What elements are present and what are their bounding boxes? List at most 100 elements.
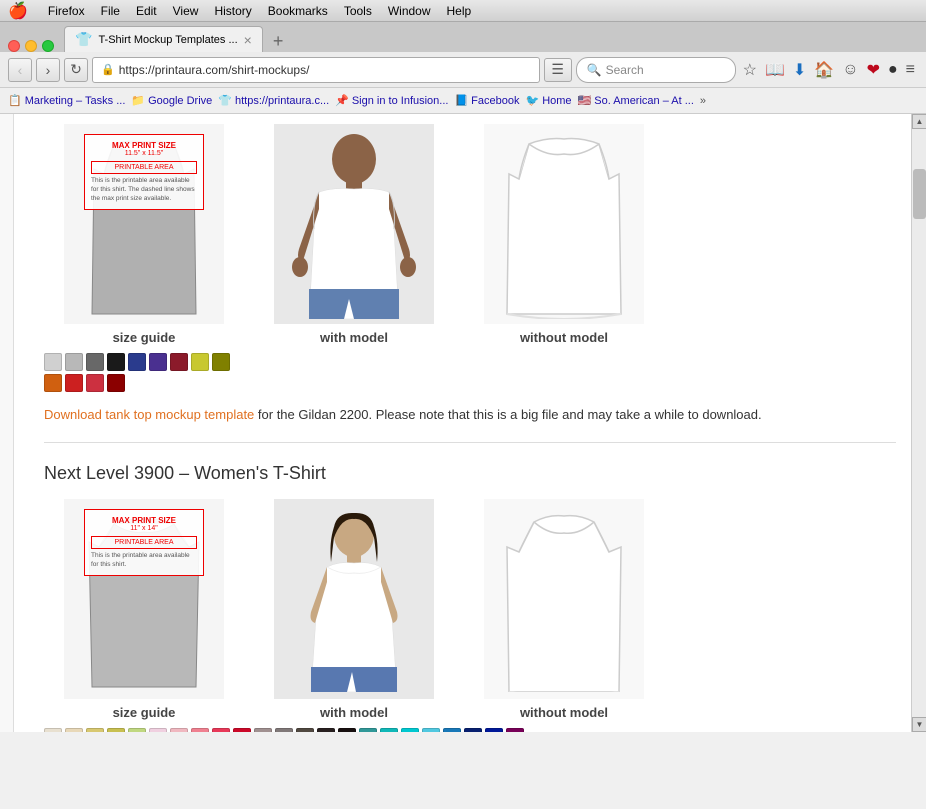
bookmark-drive[interactable]: 📁 Google Drive — [131, 94, 212, 107]
active-tab[interactable]: 👕 T-Shirt Mockup Templates ... × — [64, 26, 263, 52]
menu-window[interactable]: Window — [380, 4, 439, 18]
swatch[interactable] — [422, 728, 440, 732]
menu-edit[interactable]: Edit — [128, 4, 165, 18]
menu-history[interactable]: History — [206, 4, 259, 18]
new-tab-button[interactable]: + — [267, 31, 290, 52]
pinterest-icon[interactable]: ❤ — [864, 60, 883, 80]
bookmark-twitter-label: Home — [542, 95, 571, 107]
menu-tools[interactable]: Tools — [336, 4, 380, 18]
bookmark-facebook[interactable]: 📘 Facebook — [454, 94, 519, 107]
bookmark-twitter[interactable]: 🐦 Home — [525, 94, 571, 107]
bookmark-infusion[interactable]: 📌 Sign in to Infusion... — [335, 94, 448, 107]
swatch[interactable] — [401, 728, 419, 732]
swatch[interactable] — [170, 353, 188, 371]
bookmark-facebook-label: Facebook — [471, 95, 519, 107]
swatch[interactable] — [464, 728, 482, 732]
swatch[interactable] — [191, 728, 209, 732]
url-bar[interactable]: 🔒 https://printaura.com/shirt-mockups/ — [92, 57, 540, 83]
maximize-window-button[interactable] — [42, 40, 54, 52]
scrollbar-down-button[interactable]: ▼ — [912, 717, 926, 732]
scrollbar-up-button[interactable]: ▲ — [912, 114, 926, 129]
womens-max-print-dims: 11" x 14" — [91, 525, 197, 532]
swatch[interactable] — [212, 353, 230, 371]
swatch[interactable] — [44, 353, 62, 371]
menu-firefox[interactable]: Firefox — [40, 4, 93, 18]
swatch[interactable] — [359, 728, 377, 732]
swatch[interactable] — [191, 353, 209, 371]
swatch[interactable] — [506, 728, 524, 732]
scrollbar[interactable]: ▲ ▼ — [911, 114, 926, 732]
close-window-button[interactable] — [8, 40, 20, 52]
tank-top-download-link[interactable]: Download tank top mockup template — [44, 407, 254, 422]
swatch[interactable] — [65, 374, 83, 392]
sync-icon[interactable]: ☺ — [839, 61, 861, 79]
refresh-button[interactable]: ↻ — [64, 58, 88, 82]
menu-bar: Firefox File Edit View History Bookmarks… — [40, 4, 479, 18]
tab-close-button[interactable]: × — [244, 32, 252, 48]
url-text: https://printaura.com/shirt-mockups/ — [119, 63, 310, 77]
swatch[interactable] — [128, 353, 146, 371]
menu-icon[interactable]: ≡ — [903, 61, 918, 79]
menu-file[interactable]: File — [93, 4, 128, 18]
scrollbar-thumb[interactable] — [913, 169, 926, 219]
swatch[interactable] — [107, 353, 125, 371]
swatch[interactable] — [233, 728, 251, 732]
swatch[interactable] — [296, 728, 314, 732]
tab-bar: 👕 T-Shirt Mockup Templates ... × + — [0, 22, 926, 52]
section-divider — [44, 442, 896, 443]
swatch[interactable] — [149, 728, 167, 732]
swatch[interactable] — [44, 374, 62, 392]
swatch[interactable] — [317, 728, 335, 732]
womens-size-guide-img: MAX PRINT SIZE 11" x 14" PRINTABLE AREA … — [64, 499, 224, 699]
swatch[interactable] — [443, 728, 461, 732]
swatch[interactable] — [86, 353, 104, 371]
swatch[interactable] — [86, 728, 104, 732]
swatch[interactable] — [107, 728, 125, 732]
reading-list-icon[interactable]: 📖 — [762, 60, 788, 80]
menu-help[interactable]: Help — [439, 4, 480, 18]
apple-menu[interactable]: 🍎 — [8, 1, 28, 21]
womens-printable-area: PRINTABLE AREA — [91, 536, 197, 549]
swatch[interactable] — [65, 353, 83, 371]
swatch[interactable] — [44, 728, 62, 732]
forward-button[interactable]: › — [36, 58, 60, 82]
bookmark-overflow[interactable]: » — [700, 95, 706, 107]
swatch[interactable] — [212, 728, 230, 732]
home-icon[interactable]: 🏠 — [811, 60, 837, 80]
tank-top-download-paragraph: Download tank top mockup template for th… — [44, 407, 896, 422]
swatch[interactable] — [128, 728, 146, 732]
bookmark-infusion-label: Sign in to Infusion... — [352, 95, 449, 107]
download-icon[interactable]: ⬇ — [790, 60, 809, 80]
search-box[interactable]: 🔍 Search — [576, 57, 736, 83]
hellobar-icon[interactable]: ● — [885, 61, 901, 79]
womens-with-model: with model — [254, 499, 454, 720]
womens-flat-svg — [499, 507, 629, 692]
swatch[interactable] — [149, 353, 167, 371]
swatch[interactable] — [170, 728, 188, 732]
bookmark-soamerican[interactable]: 🇺🇸 So. American – At ... — [578, 94, 694, 107]
tank-top-swatches — [44, 353, 244, 392]
bookmark-facebook-icon: 📘 — [454, 94, 468, 107]
tank-top-with-model-img — [274, 124, 434, 324]
back-button[interactable]: ‹ — [8, 58, 32, 82]
search-placeholder: Search — [606, 63, 644, 77]
womens-size-guide: MAX PRINT SIZE 11" x 14" PRINTABLE AREA … — [44, 499, 244, 720]
swatch[interactable] — [254, 728, 272, 732]
menu-view[interactable]: View — [165, 4, 207, 18]
swatch[interactable] — [275, 728, 293, 732]
bookmark-printaura[interactable]: 👕 https://printaura.c... — [218, 94, 329, 107]
swatch[interactable] — [107, 374, 125, 392]
swatch[interactable] — [338, 728, 356, 732]
bookmark-marketing[interactable]: 📋 Marketing – Tasks ... — [8, 94, 125, 107]
bookmark-star-icon[interactable]: ☆ — [740, 60, 760, 80]
swatch[interactable] — [86, 374, 104, 392]
swatch[interactable] — [380, 728, 398, 732]
swatch[interactable] — [65, 728, 83, 732]
minimize-window-button[interactable] — [25, 40, 37, 52]
tank-top-mockup-row: MAX PRINT SIZE 11.5" x 11.5" PRINTABLE A… — [44, 124, 896, 345]
womens-size-guide-body: This is the printable area availablefor … — [91, 551, 197, 569]
scrollbar-track[interactable] — [912, 129, 926, 717]
swatch[interactable] — [485, 728, 503, 732]
menu-bookmarks[interactable]: Bookmarks — [260, 4, 336, 18]
reader-mode-button[interactable]: ☰ — [544, 58, 572, 82]
